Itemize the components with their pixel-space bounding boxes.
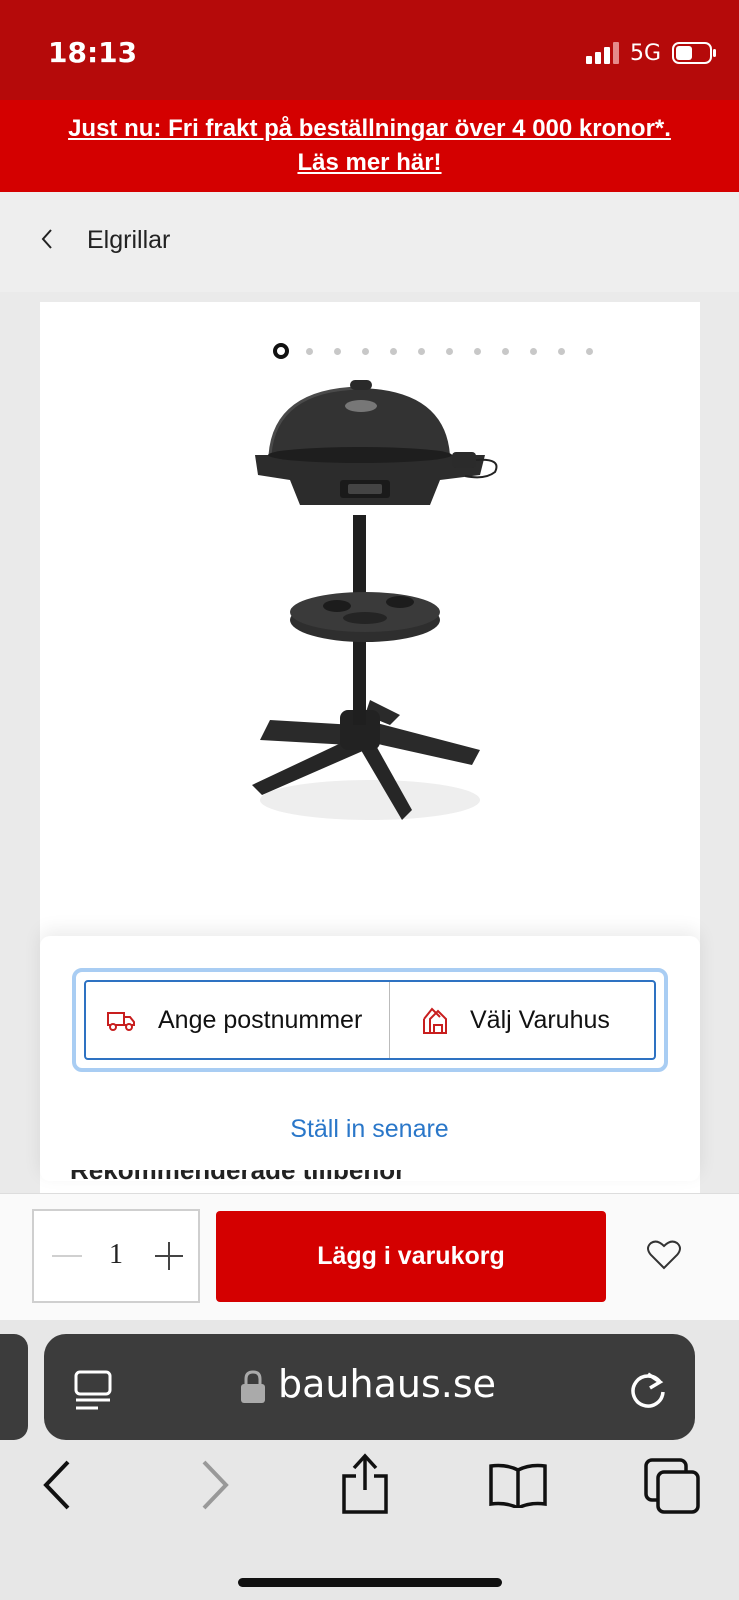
chevron-left-icon[interactable]	[40, 228, 54, 250]
gallery-dot[interactable]	[530, 347, 537, 355]
back-arrow-icon[interactable]	[40, 1458, 74, 1512]
gallery-dot[interactable]	[362, 347, 369, 355]
promo-line-2: Läs mer här!	[297, 149, 442, 176]
gallery-dot[interactable]	[446, 347, 453, 355]
previous-tab-preview[interactable]	[0, 1334, 28, 1440]
reload-icon[interactable]	[628, 1368, 668, 1410]
gallery-dot[interactable]	[390, 347, 397, 355]
breadcrumb-link[interactable]: Elgrillar	[87, 226, 170, 255]
store-icon	[423, 1007, 447, 1034]
url-text[interactable]: bauhaus.se	[278, 1362, 496, 1406]
quantity-stepper[interactable]: 1	[32, 1209, 200, 1303]
gallery-dot[interactable]	[586, 347, 593, 355]
promo-line-1: Just nu: Fri frakt på beställningar över…	[68, 115, 671, 142]
store-button[interactable]: Välj Varuhus	[390, 982, 654, 1058]
heart-icon[interactable]	[647, 1240, 681, 1270]
postcode-label: Ange postnummer	[158, 1005, 363, 1034]
battery-icon	[672, 42, 716, 64]
gallery-dot[interactable]	[306, 347, 313, 355]
product-image[interactable]	[240, 380, 520, 840]
tabs-icon[interactable]	[644, 1458, 700, 1514]
bookmarks-icon[interactable]	[488, 1462, 548, 1508]
gallery-dot[interactable]	[273, 343, 289, 359]
gallery-pagination[interactable]	[273, 343, 614, 359]
share-icon[interactable]	[340, 1452, 390, 1516]
promo-banner[interactable]: Just nu: Fri frakt på beställningar över…	[0, 100, 739, 192]
truck-icon	[107, 1012, 135, 1031]
forward-arrow-icon[interactable]	[198, 1458, 232, 1512]
plus-icon[interactable]	[154, 1241, 184, 1271]
lock-icon	[241, 1370, 265, 1403]
store-label: Välj Varuhus	[470, 1005, 610, 1034]
section-heading: Rekommenderade tillbehör	[70, 1170, 406, 1185]
gallery-dot[interactable]	[502, 347, 509, 355]
add-to-cart-button[interactable]: Lägg i varukorg	[216, 1211, 606, 1302]
reader-mode-icon[interactable]	[74, 1370, 112, 1410]
signal-icon	[586, 42, 619, 64]
gallery-dot[interactable]	[474, 347, 481, 355]
gallery-dot[interactable]	[334, 347, 341, 355]
gallery-dot[interactable]	[558, 347, 565, 355]
set-later-link[interactable]: Ställ in senare	[0, 1115, 739, 1144]
postcode-button[interactable]: Ange postnummer	[86, 982, 390, 1058]
home-indicator	[238, 1578, 502, 1587]
gallery-dot[interactable]	[418, 347, 425, 355]
delivery-selector: Ange postnummer Välj Varuhus	[72, 968, 668, 1072]
network-type: 5G	[630, 41, 662, 66]
status-time: 18:13	[48, 36, 138, 69]
